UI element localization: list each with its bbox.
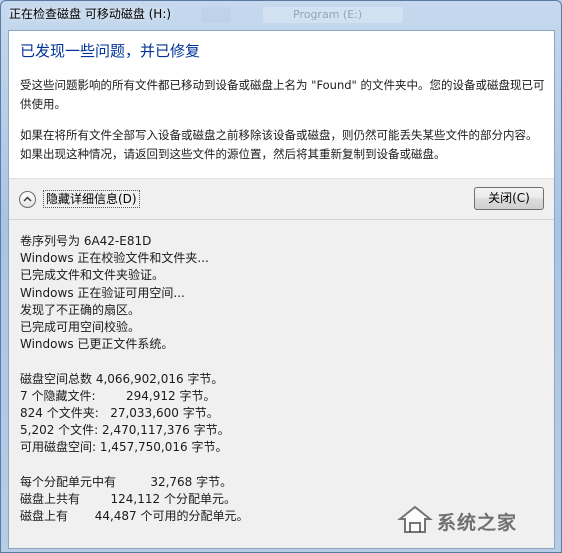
stats-line: 7 个隐藏文件: 294,912 字节。 — [20, 388, 216, 403]
window-title: 正在检查磁盘 可移动磁盘 (H:) — [9, 7, 172, 21]
log-spacer — [20, 353, 540, 370]
house-logo-icon — [397, 503, 433, 539]
log-line: Windows 正在验证可用空间... — [20, 285, 185, 300]
log-line: 已完成可用空间校验。 — [20, 319, 141, 334]
result-heading: 已发现一些问题，并已修复 — [20, 42, 201, 60]
dialog-client-area: 已发现一些问题，并已修复 受这些问题影响的所有文件都已移动到设备或磁盘上名为 "… — [8, 30, 555, 549]
dialog-window: Program (E:) 正在检查磁盘 可移动磁盘 (H:) 已发现一些问题，并… — [0, 0, 562, 553]
log-line: 已完成文件和文件夹验证。 — [20, 268, 165, 283]
close-button[interactable]: 关闭(C) — [474, 187, 544, 210]
alloc-line: 每个分配单元中有 32,768 字节。 — [20, 474, 233, 489]
watermark-text: 系统之家 — [437, 511, 518, 534]
background-window-text: Program (E:) — [293, 8, 363, 21]
chevron-up-icon[interactable] — [19, 190, 36, 208]
log-line: 卷序列号为 6A42-E81D — [20, 234, 152, 248]
hide-details-toggle[interactable]: 隐藏详细信息(D) — [19, 188, 140, 210]
warning-description: 如果在将所有文件全部写入设备或磁盘之前移除该设备或磁盘，则仍然可能丢失某些文件的… — [20, 128, 538, 161]
details-log: 卷序列号为 6A42-E81D Windows 正在校验文件和文件夹... 已完… — [20, 233, 540, 525]
summary-panel: 已发现一些问题，并已修复 受这些问题影响的所有文件都已移动到设备或磁盘上名为 "… — [9, 31, 554, 179]
hide-details-label[interactable]: 隐藏详细信息(D) — [43, 190, 140, 208]
stats-line: 可用磁盘空间: 1,457,750,016 字节。 — [20, 440, 228, 455]
stats-line: 824 个文件夹: 27,033,600 字节。 — [20, 405, 219, 420]
log-line: 发现了不正确的扇区。 — [20, 302, 141, 317]
stats-line: 5,202 个文件: 2,470,117,376 字节。 — [20, 423, 230, 438]
result-description: 受这些问题影响的所有文件都已移动到设备或磁盘上名为 "Found" 的文件夹中。… — [20, 78, 545, 111]
background-window-hint: Program (E:) — [263, 7, 403, 23]
site-watermark: 系统之家 — [397, 501, 559, 541]
log-line: Windows 已更正文件系统。 — [20, 337, 174, 352]
log-spacer — [20, 456, 540, 473]
log-line: Windows 正在校验文件和文件夹... — [20, 251, 209, 266]
background-window-hint — [201, 7, 231, 23]
stats-line: 磁盘空间总数 4,066,902,016 字节。 — [20, 371, 224, 386]
details-toolbar: 隐藏详细信息(D) 关闭(C) — [9, 179, 554, 220]
